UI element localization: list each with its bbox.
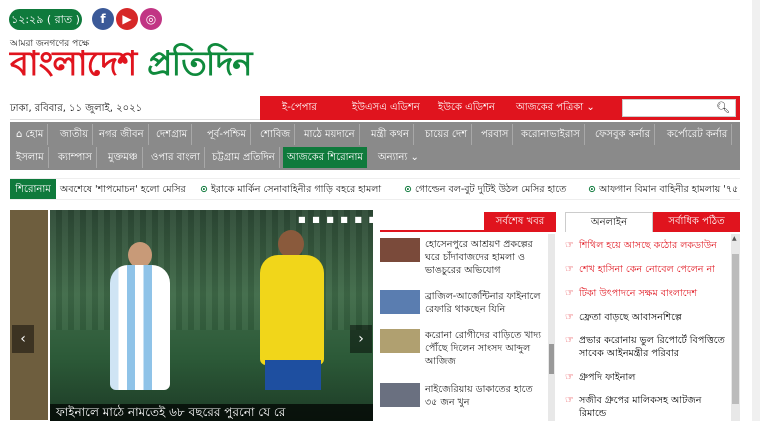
list-item-text: শিথিল হয়ে আসছে কঠোর লকডাউন [579, 240, 717, 251]
player-brazil [260, 255, 324, 365]
list-item-text: শেখ হাসিনা কেন নোবেল পেলেন না [579, 264, 715, 275]
menu-showbiz[interactable]: শোবিজ [256, 124, 296, 145]
time-badge: ১২:২৯ ( রাত ) [9, 9, 82, 30]
ticker-item-text: গোল্ডেন বল-বুট দুটিই উঠল মেসির হাতে [414, 184, 567, 195]
menu-minister[interactable]: মন্ত্রী কথন [367, 124, 414, 145]
player-argentina [110, 265, 170, 390]
current-date: ঢাকা, রবিবার, ১১ জুলাই, ২০২১ [10, 103, 143, 114]
youtube-icon[interactable]: ▶ [116, 8, 138, 30]
home-icon: ⌂ [16, 129, 26, 140]
headline-ticker: শিরোনাম অবশেষে 'শাপমোচন' হলো মেসির ⊙ ইরাক… [10, 178, 740, 200]
news-title: ব্রাজিল-আর্জেন্টিনার ফাইনালে রেফারি থাকছ… [425, 291, 541, 315]
tab-most-read[interactable]: সর্বাধিক পঠিত [653, 212, 740, 232]
list-item-text: প্রভার করোনায় ভুল রিপোর্টে বিপত্তিতে সা… [579, 335, 725, 359]
page-scrollbar[interactable] [752, 0, 760, 421]
menu-campus[interactable]: ক্যাম্পাস [54, 147, 97, 168]
menu-chattogram[interactable]: চট্টগ্রাম প্রতিদিন [208, 147, 280, 168]
nav-usa-edition[interactable]: ইউএসএ এডিশন [352, 96, 420, 120]
scrollbar-thumb[interactable] [732, 254, 739, 404]
ticker-item[interactable]: ⊙ ইরাকে মার্কিন সেনাবাহিনীর গাড়ি বহরে হা… [200, 179, 382, 199]
link-icon: ☞ [565, 240, 574, 251]
nav-todays-paper[interactable]: আজকের পত্রিকা ⌄ [516, 96, 595, 120]
ticker-item[interactable]: ⊙ গোল্ডেন বল-বুট দুটিই উঠল মেসির হাতে [404, 179, 567, 199]
ticker-bullet-icon: ⊙ [200, 184, 208, 195]
nav-uk-edition[interactable]: ইউকে এডিশন [438, 96, 495, 120]
search-input[interactable]: 🔍︎ [622, 99, 736, 117]
ticker-item[interactable]: ⊙ আফগান বিমান বাহিনীর হামলায় '৭৫ [588, 179, 739, 199]
instagram-icon[interactable]: ◎ [140, 8, 162, 30]
news-thumbnail [380, 238, 420, 262]
player-shorts [265, 360, 321, 390]
scroll-up-icon[interactable]: ▲ [732, 235, 737, 242]
stadium-crowd [50, 210, 373, 330]
nav-epaper[interactable]: ই-পেপার [282, 96, 317, 120]
lead-news-slider[interactable] [50, 210, 373, 421]
slider-dots[interactable]: ■ ■ ■ ■ ■ ■ [298, 215, 378, 224]
list-item-text: টিকা উৎপাদনে সক্ষম বাংলাদেশ [579, 288, 698, 299]
menu-coronavirus[interactable]: করোনাভাইরাস [517, 124, 585, 145]
slider-prev-image [10, 210, 48, 420]
menu-islam[interactable]: ইসলাম [12, 147, 49, 168]
site-logo[interactable]: বাংলাদেশ প্রতিদিন [10, 44, 253, 84]
news-title: করোনা রোগীদের বাড়িতে খাদ্য পৌঁছে দিলেন … [425, 330, 541, 367]
menu-national[interactable]: জাতীয় [56, 124, 94, 145]
menu-tea-country[interactable]: চায়ের দেশ [421, 124, 473, 145]
date-bar: ঢাকা, রবিবার, ১১ জুলাই, ২০২১ ই-পেপার ইউএ… [10, 96, 740, 120]
logo-part-1: বাংলাদেশ [10, 44, 137, 84]
search-icon[interactable]: 🔍︎ [716, 101, 730, 114]
menu-opar-bangla[interactable]: ওপার বাংলা [147, 147, 205, 168]
news-thumbnail [380, 329, 420, 353]
menu-home[interactable]: ⌂ হোম [12, 124, 49, 145]
menu-open-stage[interactable]: মুক্তমঞ্চ [104, 147, 143, 168]
ticker-bullet-icon: ⊙ [588, 184, 596, 195]
logo-part-2: প্রতিদিন [136, 44, 253, 84]
ticker-bullet-icon: ⊙ [404, 184, 412, 195]
latest-scrollbar[interactable] [548, 234, 555, 421]
latest-news-header: সর্বশেষ খবর [380, 212, 556, 232]
menu-corporate-corner[interactable]: কর্পোরেট কর্নার [663, 124, 733, 145]
news-thumbnail [380, 290, 420, 314]
menu-facebook-corner[interactable]: ফেসবুক কর্নার [591, 124, 656, 145]
facebook-icon[interactable]: f [92, 8, 114, 30]
link-icon: ☞ [565, 288, 574, 299]
main-menu: ⌂ হোম জাতীয় নগর জীবন দেশগ্রাম পূর্ব-পশ্… [10, 122, 740, 170]
list-item-text: সজীব গ্রুপের মালিকসহ আটজন রিমান্ডে [579, 395, 702, 419]
slider-caption[interactable]: ফাইনালে মাঠে নামতেই ৬৮ বছরের পুরনো যে রে [50, 404, 373, 421]
menu-city-life[interactable]: নগর জীবন [95, 124, 149, 145]
link-icon: ☞ [565, 335, 574, 346]
slider-next-button[interactable]: › [350, 325, 372, 353]
ticker-item-text: ইরাকে মার্কিন সেনাবাহিনীর গাড়ি বহরে হাম… [210, 184, 382, 195]
news-thumbnail [380, 383, 420, 407]
menu-todays-headlines[interactable]: আজকের শিরোনাম [283, 147, 367, 168]
latest-news-tab[interactable]: সর্বশেষ খবর [484, 212, 556, 232]
news-title: নাইজেরিয়ায় ডাকাতের হাতে ৩৫ জন খুন [425, 384, 533, 408]
scrollbar-thumb[interactable] [549, 344, 554, 374]
tab-online[interactable]: অনলাইন [565, 212, 653, 232]
right-tabs: অনলাইন সর্বাধিক পঠিত [565, 212, 740, 232]
ticker-item[interactable]: অবশেষে 'শাপমোচন' হলো মেসির [60, 179, 186, 199]
top-nav: ই-পেপার ইউএসএ এডিশন ইউকে এডিশন আজকের পত্… [260, 96, 740, 120]
list-item-text: গ্রুপদি ফাইনাল [579, 372, 636, 383]
menu-country[interactable]: দেশগ্রাম [152, 124, 193, 145]
link-icon: ☞ [565, 395, 574, 406]
ticker-label: শিরোনাম [10, 179, 56, 199]
menu-others[interactable]: অন্যান্য ⌄ [374, 147, 423, 168]
slider-prev-button[interactable]: ‹ [12, 325, 34, 353]
ticker-item-text: আফগান বিমান বাহিনীর হামলায় '৭৫ [598, 184, 739, 195]
most-read-scrollbar[interactable]: ▲ [731, 234, 740, 421]
player-head [278, 230, 304, 258]
menu-east-west[interactable]: পূর্ব-পশ্চিম [203, 124, 252, 145]
menu-home-label: হোম [25, 129, 44, 140]
link-icon: ☞ [565, 312, 574, 323]
news-title: হোসেনপুরে আশ্রয়ণ প্রকল্পের ঘরে চাঁদাবাজ… [425, 239, 533, 276]
menu-abroad[interactable]: পরবাস [477, 124, 514, 145]
link-icon: ☞ [565, 372, 574, 383]
list-item-text: ফ্রেতা বাড়ছে আবাসনশিল্পে [579, 312, 682, 323]
menu-sports[interactable]: মাঠে ময়দানে [300, 124, 360, 145]
link-icon: ☞ [565, 264, 574, 275]
